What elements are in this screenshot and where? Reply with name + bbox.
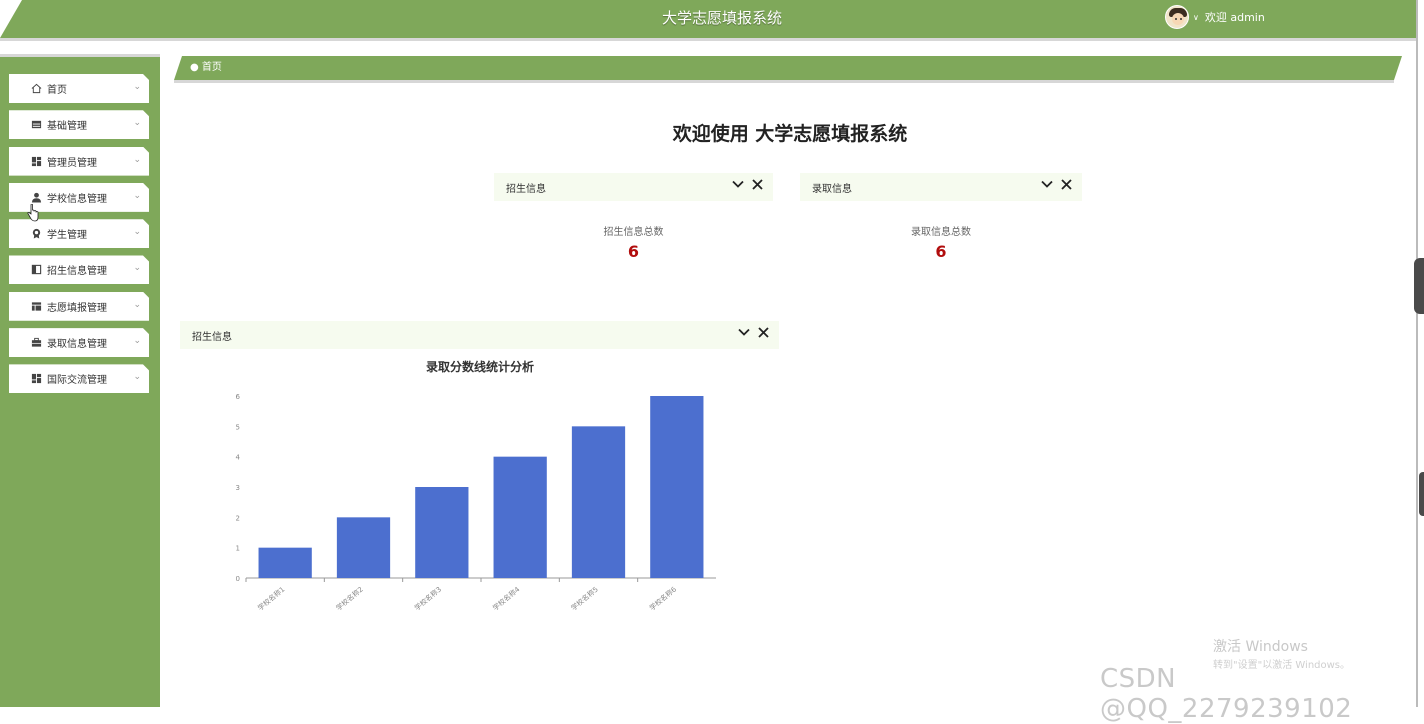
bar — [571, 426, 626, 578]
sidebar-item-label: 学校信息管理 — [47, 193, 107, 205]
dashboard-icon — [30, 155, 42, 167]
header-shadow — [0, 38, 1416, 41]
chart-panel-title: 招生信息 — [192, 331, 232, 343]
chevron-down-icon[interactable] — [732, 178, 744, 190]
stat-value: 6 — [627, 242, 640, 261]
y-tick-label: 3 — [236, 484, 240, 492]
sidebar-item[interactable]: 录取信息管理 ⌄ — [9, 328, 149, 357]
bar — [258, 547, 312, 578]
home-icon — [30, 83, 42, 95]
x-tick-label: 学校名称4 — [491, 584, 522, 612]
avatar[interactable] — [1165, 5, 1189, 29]
bar — [415, 487, 469, 578]
close-icon[interactable] — [758, 326, 769, 338]
chevron-down-icon[interactable] — [1041, 178, 1053, 190]
chevron-down-icon[interactable]: ⌄ — [133, 227, 141, 237]
bar — [493, 456, 547, 578]
sidebar-item-label: 志愿填报管理 — [47, 302, 107, 314]
scroll-handle-lower[interactable] — [1419, 472, 1424, 516]
bar — [650, 396, 704, 578]
page-right-border — [1416, 0, 1418, 707]
sidebar-item-label: 管理员管理 — [47, 157, 97, 169]
card-header-admission: 录取信息 — [800, 173, 1082, 201]
y-tick-label: 6 — [236, 393, 241, 401]
chevron-down-icon[interactable]: ⌄ — [133, 82, 141, 92]
sidebar-item-label: 录取信息管理 — [47, 339, 107, 351]
badge-icon — [30, 228, 42, 240]
x-tick-label: 学校名称5 — [569, 585, 600, 613]
sidebar-item[interactable]: 管理员管理 ⌄ — [9, 147, 149, 176]
bar-chart: 0 1 2 3 4 5 6 学校名称1 学校名称2 学校名称3 学校名称4 学校名称5 学校名称6 — [236, 393, 716, 613]
hand-cursor-icon — [27, 204, 39, 222]
y-tick-label: 4 — [236, 454, 241, 462]
breadcrumb-bar — [174, 56, 1402, 80]
card-header-enrollment: 招生信息 — [494, 173, 773, 201]
sidebar-item[interactable]: 学生管理 ⌄ — [9, 219, 149, 248]
sidebar-item[interactable]: 招生信息管理 ⌄ — [9, 255, 149, 284]
close-icon[interactable] — [1061, 178, 1072, 190]
breadcrumb-home[interactable]: 首页 — [202, 62, 222, 73]
stat-label: 录取信息总数 — [911, 227, 971, 238]
close-icon[interactable] — [752, 178, 763, 190]
x-tick-label: 学校名称2 — [334, 585, 365, 613]
y-tick-label: 1 — [236, 545, 240, 553]
sidebar-item-label: 首页 — [47, 85, 67, 96]
x-tick-label: 学校名称3 — [412, 585, 443, 613]
chevron-down-icon[interactable] — [738, 326, 750, 338]
dashboard-icon — [30, 373, 42, 385]
chart-panel-header: 招生信息 — [180, 321, 779, 349]
sidebar-item[interactable]: 志愿填报管理 ⌄ — [9, 292, 149, 321]
page-title: 欢迎使用 大学志愿填报系统 — [672, 123, 908, 145]
card-title: 录取信息 — [812, 183, 852, 195]
y-tick-label: 2 — [236, 514, 240, 522]
chevron-down-icon[interactable]: ⌄ — [133, 372, 141, 382]
breadcrumb-divider — [174, 80, 1394, 83]
chevron-down-icon[interactable]: ⌄ — [133, 155, 141, 165]
breadcrumb[interactable]: ● 首页 — [190, 58, 222, 73]
sidebar-divider — [0, 54, 160, 57]
x-tick-label: 学校名称6 — [647, 584, 678, 612]
chevron-down-icon[interactable]: ⌄ — [133, 263, 141, 273]
chevron-down-icon[interactable]: ⌄ — [133, 191, 141, 201]
y-tick-label: 0 — [236, 575, 240, 583]
windows-activation-watermark: 激活 Windows — [1213, 639, 1308, 655]
sidebar-item[interactable]: 首页 ⌄ — [9, 74, 149, 103]
layout-icon — [30, 300, 42, 312]
user-menu[interactable]: ∨ 欢迎 admin — [1165, 4, 1265, 30]
user-welcome: 欢迎 admin — [1204, 11, 1265, 24]
sidebar-item[interactable]: 国际交流管理 ⌄ — [9, 364, 149, 393]
csdn-watermark: CSDN @QQ_2279239102 — [1100, 664, 1353, 724]
sidebar-item-label: 国际交流管理 — [47, 375, 107, 387]
card-title: 招生信息 — [506, 183, 546, 195]
bar — [336, 517, 391, 578]
stat-value: 6 — [935, 242, 947, 261]
sidebar-item-label: 学生管理 — [47, 230, 87, 242]
chevron-down-icon[interactable]: ∨ — [1193, 13, 1199, 22]
briefcase-icon — [30, 337, 42, 349]
chart-title: 录取分数线统计分析 — [425, 360, 534, 374]
chevron-down-icon[interactable]: ⌄ — [133, 300, 141, 310]
x-tick-label: 学校名称1 — [256, 585, 287, 613]
scroll-handle[interactable] — [1414, 258, 1424, 314]
sidebar-item-label: 招生信息管理 — [47, 266, 107, 278]
user-icon — [30, 191, 42, 203]
stat-label: 招生信息总数 — [603, 227, 664, 238]
chevron-down-icon[interactable]: ⌄ — [133, 336, 141, 346]
y-tick-label: 5 — [236, 423, 240, 431]
panel-icon — [30, 264, 42, 276]
